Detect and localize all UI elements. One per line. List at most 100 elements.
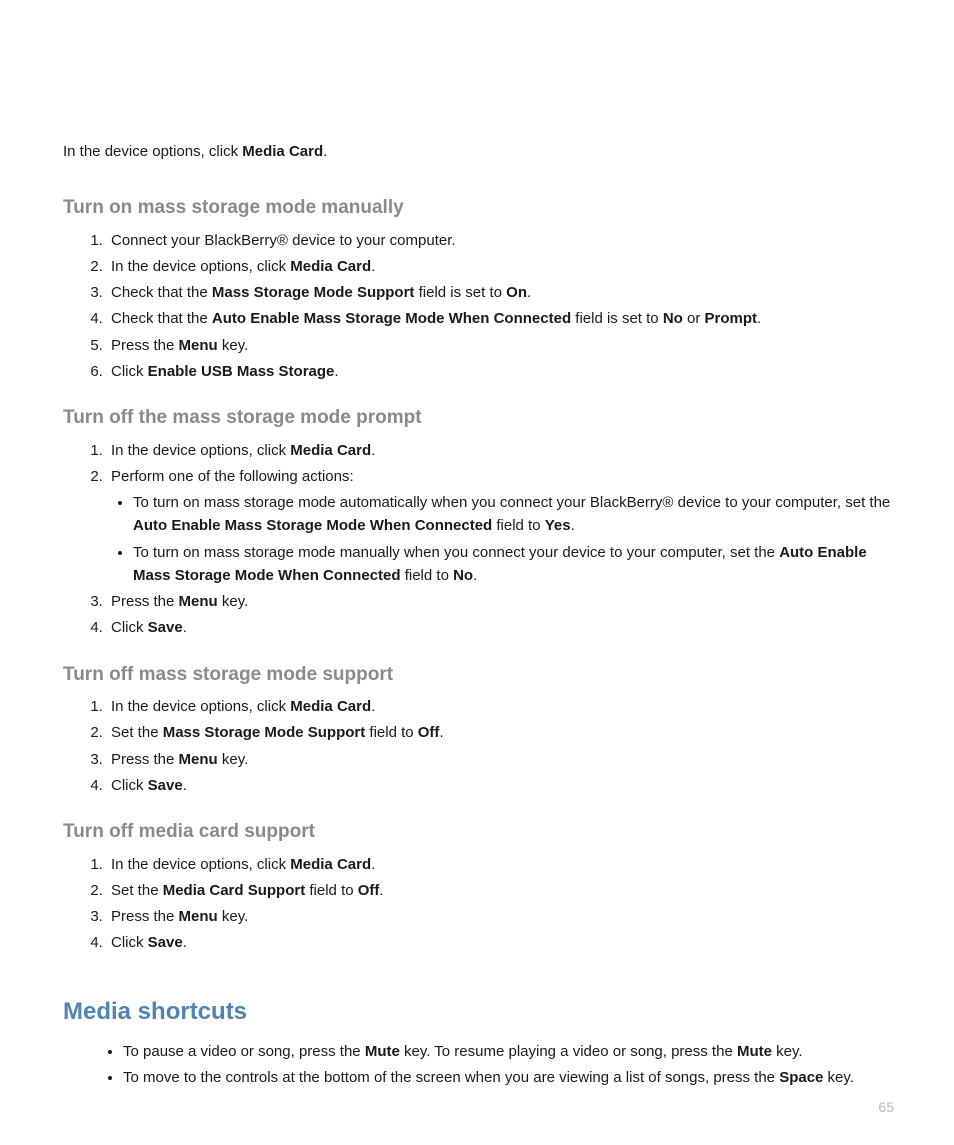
page: In the device options, click Media Card.… — [0, 0, 954, 1145]
text: . — [571, 517, 575, 534]
steps-list: In the device options, click Media Card.… — [63, 853, 894, 955]
text: . — [371, 258, 375, 275]
text: Check that the — [111, 284, 212, 301]
step: Check that the Mass Storage Mode Support… — [107, 281, 894, 304]
bold: Off — [358, 882, 380, 899]
text: To move to the controls at the bottom of… — [123, 1069, 779, 1086]
text: Click — [111, 934, 148, 951]
bold: Media Card — [290, 442, 371, 459]
bold: Save — [148, 619, 183, 636]
text: To pause a video or song, press the — [123, 1043, 365, 1060]
text: Press the — [111, 337, 179, 354]
text: Press the — [111, 593, 179, 610]
text: Click — [111, 619, 148, 636]
text: . — [473, 567, 477, 584]
text: . — [183, 619, 187, 636]
text: . — [527, 284, 531, 301]
step: Press the Menu key. — [107, 748, 894, 771]
bold: Menu — [179, 337, 218, 354]
text: or — [683, 310, 705, 327]
text: key. — [218, 751, 249, 768]
sub-item: To turn on mass storage mode manually wh… — [133, 541, 894, 588]
bold: No — [453, 567, 473, 584]
text: Press the — [111, 751, 179, 768]
bold: Mass Storage Mode Support — [163, 724, 366, 741]
text: In the device options, click — [111, 442, 290, 459]
steps-list: Connect your BlackBerry® device to your … — [63, 229, 894, 384]
text: Perform one of the following actions: — [111, 468, 354, 485]
step: Click Save. — [107, 616, 894, 639]
bold: Prompt — [705, 310, 758, 327]
steps-list: In the device options, click Media Card.… — [63, 695, 894, 797]
step: Press the Menu key. — [107, 590, 894, 613]
text: key. To resume playing a video or song, … — [400, 1043, 737, 1060]
bold: Menu — [179, 593, 218, 610]
steps-list: In the device options, click Media Card.… — [63, 439, 894, 640]
bold: Yes — [545, 517, 571, 534]
section-heading: Turn off media card support — [63, 817, 894, 846]
bold: Save — [148, 934, 183, 951]
bold: Mute — [365, 1043, 400, 1060]
bold: Auto Enable Mass Storage Mode When Conne… — [133, 517, 492, 534]
text: Click — [111, 777, 148, 794]
text: . — [371, 442, 375, 459]
list-item: To pause a video or song, press the Mute… — [123, 1040, 894, 1063]
sub-list: To turn on mass storage mode automatical… — [111, 491, 894, 587]
step: In the device options, click Media Card. — [107, 695, 894, 718]
bold: On — [506, 284, 527, 301]
text: Set the — [111, 724, 163, 741]
text: In the device options, click — [111, 258, 290, 275]
text: In the device options, click — [63, 143, 242, 160]
step: Perform one of the following actions: To… — [107, 465, 894, 587]
list-item: To move to the controls at the bottom of… — [123, 1066, 894, 1089]
step: In the device options, click Media Card. — [107, 853, 894, 876]
bold: Media Card — [290, 258, 371, 275]
text: Press the — [111, 908, 179, 925]
bold: Space — [779, 1069, 823, 1086]
text: key. — [218, 908, 249, 925]
section-heading: Turn off the mass storage mode prompt — [63, 403, 894, 432]
text: . — [371, 698, 375, 715]
text: . — [183, 777, 187, 794]
bold: Menu — [179, 908, 218, 925]
step: Click Save. — [107, 774, 894, 797]
bold: No — [663, 310, 683, 327]
text: . — [334, 363, 338, 380]
text: Check that the — [111, 310, 212, 327]
text: To turn on mass storage mode automatical… — [133, 494, 890, 511]
text: field to — [305, 882, 358, 899]
text: key. — [823, 1069, 854, 1086]
text: . — [379, 882, 383, 899]
text: Set the — [111, 882, 163, 899]
bold: Auto Enable Mass Storage Mode When Conne… — [212, 310, 571, 327]
text: . — [183, 934, 187, 951]
step: In the device options, click Media Card. — [107, 439, 894, 462]
text: In the device options, click — [111, 856, 290, 873]
sub-item: To turn on mass storage mode automatical… — [133, 491, 894, 538]
text: . — [323, 143, 327, 160]
text: field to — [401, 567, 454, 584]
step: Press the Menu key. — [107, 905, 894, 928]
bold: Media Card — [290, 856, 371, 873]
step: Click Enable USB Mass Storage. — [107, 360, 894, 383]
step: Check that the Auto Enable Mass Storage … — [107, 307, 894, 330]
text: . — [371, 856, 375, 873]
bold: Mass Storage Mode Support — [212, 284, 415, 301]
bold: Media Card Support — [163, 882, 306, 899]
text: key. — [218, 337, 249, 354]
step: In the device options, click Media Card. — [107, 255, 894, 278]
bullet-list: To pause a video or song, press the Mute… — [63, 1040, 894, 1090]
text: Connect your BlackBerry® device to your … — [111, 232, 456, 249]
section-heading: Turn on mass storage mode manually — [63, 193, 894, 222]
text: . — [757, 310, 761, 327]
page-number: 65 — [878, 1097, 894, 1119]
step: Connect your BlackBerry® device to your … — [107, 229, 894, 252]
text: Click — [111, 363, 148, 380]
text: . — [439, 724, 443, 741]
text: key. — [772, 1043, 803, 1060]
text: field to — [492, 517, 545, 534]
text: In the device options, click — [111, 698, 290, 715]
step: Set the Mass Storage Mode Support field … — [107, 721, 894, 744]
text: field to — [365, 724, 418, 741]
step: Press the Menu key. — [107, 334, 894, 357]
